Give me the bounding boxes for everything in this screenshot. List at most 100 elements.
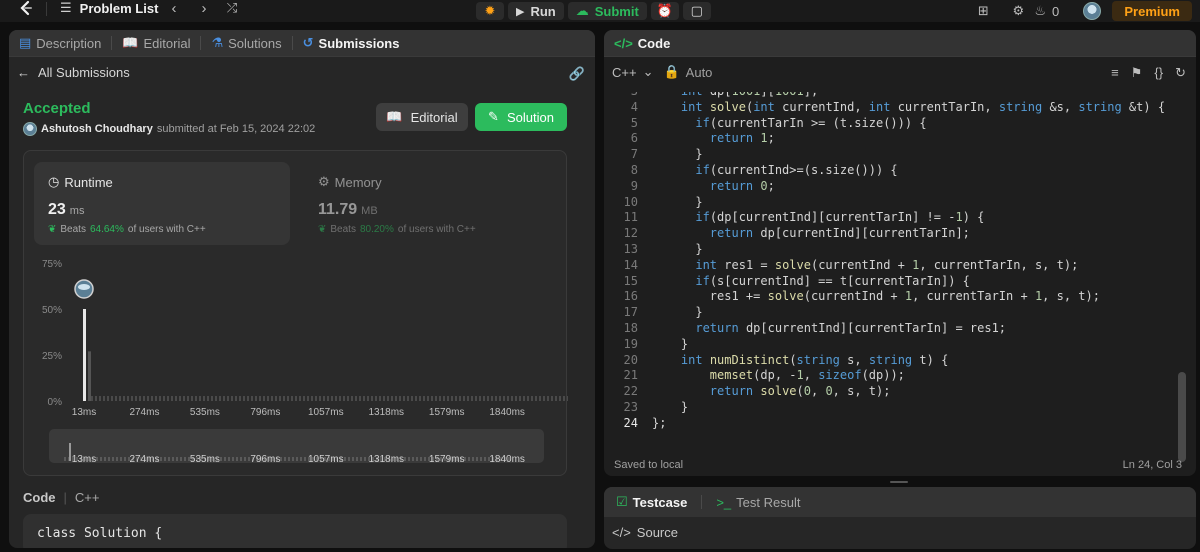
code-line[interactable]: 3 int dp[1001][1001];	[604, 92, 1196, 100]
reset-icon[interactable]: ↻	[1175, 65, 1186, 81]
chart-bar	[271, 396, 273, 401]
chart-bar	[351, 396, 353, 401]
code-text: }	[652, 242, 703, 256]
line-number: 17	[623, 305, 638, 320]
chart-bar	[139, 396, 141, 401]
chart-bar	[283, 396, 285, 401]
chart-bar	[211, 396, 213, 401]
runtime-distribution-chart[interactable]: 75% 50% 25% 0% 13ms 274ms 535ms 796ms 1057ms 1318…	[24, 251, 568, 477]
next-problem-button[interactable]: ›	[196, 0, 212, 17]
runtime-beats: ❦ Beats 64.64% of users with C++	[48, 224, 206, 235]
tab-solutions[interactable]: ⚗ Solutions	[211, 35, 281, 51]
chevron-right-icon: ›	[201, 0, 207, 17]
mini-bar	[292, 457, 294, 461]
code-line[interactable]: 11 if(dp[currentInd][currentTarIn] != -1…	[604, 210, 1196, 226]
all-submissions-link[interactable]: ← All Submissions	[17, 65, 130, 80]
prev-problem-button[interactable]: ‹	[166, 0, 182, 17]
editor-scrollbar[interactable]	[1178, 92, 1186, 462]
code-text: int dp[1001][1001];	[652, 92, 818, 98]
scroll-thumb[interactable]	[1178, 372, 1186, 462]
code-line[interactable]: 7 }	[604, 147, 1196, 163]
debug-button[interactable]: ✹	[476, 2, 504, 20]
problem-list-button[interactable]: ☰ Problem List	[60, 0, 158, 16]
tab-editorial[interactable]: 📖 Editorial	[122, 35, 190, 51]
tab-testcase[interactable]: ☑ Testcase	[616, 494, 687, 510]
code-line[interactable]: 13 }	[604, 242, 1196, 258]
chart-bar	[319, 396, 321, 401]
runtime-card[interactable]: ◷ Runtime 23 ms ❦ Beats 64.64% of users w…	[34, 162, 290, 245]
code-line[interactable]: 22 return solve(0, 0, s, t);	[604, 384, 1196, 400]
x-tick-label: 1057ms	[308, 407, 344, 418]
line-number: 14	[623, 257, 638, 272]
avatar	[1083, 2, 1102, 20]
beats-percent: 64.64%	[89, 224, 124, 235]
code-language: C++	[74, 490, 100, 505]
code-line[interactable]: 17 }	[604, 305, 1196, 321]
premium-button[interactable]: Premium	[1112, 1, 1192, 21]
notes-button[interactable]: ▢	[682, 2, 711, 20]
avatar[interactable]	[23, 122, 37, 136]
note-icon: ▢	[690, 3, 703, 18]
settings-button[interactable]: ⚙	[1002, 3, 1034, 19]
chart-bar	[531, 396, 533, 401]
timer-button[interactable]: ⏰	[650, 2, 679, 20]
mini-bar	[360, 457, 362, 461]
runtime-value: 23 ms	[48, 201, 84, 219]
code-editor[interactable]: 3 int dp[1001][1001];4 int solve(int cur…	[604, 92, 1196, 442]
chart-bar	[379, 396, 381, 401]
language-select[interactable]: C++ ⌄	[612, 64, 653, 80]
braces-icon[interactable]: {}	[1154, 65, 1163, 81]
resize-handle[interactable]	[890, 481, 908, 483]
code-line[interactable]: 18 return dp[currentInd][currentTarIn] =…	[604, 321, 1196, 337]
code-line[interactable]: 23 }	[604, 400, 1196, 416]
code-line[interactable]: 12 return dp[currentInd][currentTarIn];	[604, 226, 1196, 242]
code-line[interactable]: 14 int res1 = solve(currentInd + 1, curr…	[604, 258, 1196, 274]
run-button[interactable]: ▶ Run	[508, 2, 564, 20]
tab-code[interactable]: </> Code	[614, 36, 670, 51]
chart-bar	[307, 396, 309, 401]
random-problem-button[interactable]: ⤮	[224, 0, 240, 16]
bookmark-icon[interactable]: ⚑	[1131, 65, 1143, 81]
autocomplete-toggle[interactable]: 🔒 Auto	[663, 64, 712, 80]
code-text: }	[652, 194, 703, 209]
book-icon: 📖	[386, 109, 403, 124]
code-text: if(s[currentInd] == t[currentTarIn]) {	[695, 273, 970, 288]
code-line[interactable]: 16 res1 += solve(currentInd + 1, current…	[604, 289, 1196, 305]
tab-description[interactable]: ▤ Description	[19, 35, 101, 51]
code-line[interactable]: 8 if(currentInd>=(s.size())) {	[604, 163, 1196, 179]
left-panel: ▤ Description 📖 Editorial ⚗ Solutions ↺ …	[9, 30, 595, 548]
code-line[interactable]: 10 }	[604, 195, 1196, 211]
code-line[interactable]: 21 memset(dp, -1, sizeof(dp));	[604, 368, 1196, 384]
code-line[interactable]: 6 return 1;	[604, 131, 1196, 147]
code-header: Code | C++	[23, 490, 100, 505]
solution-button[interactable]: ✎ Solution	[475, 103, 567, 131]
tab-test-result[interactable]: >_ Test Result	[716, 495, 800, 510]
code-line[interactable]: 4 int solve(int currentInd, int currentT…	[604, 100, 1196, 116]
editorial-button[interactable]: 📖 Editorial	[376, 103, 468, 131]
chart-bar	[419, 396, 421, 401]
share-link-icon[interactable]: 🔗	[569, 66, 585, 82]
code-line[interactable]: 5 if(currentTarIn >= (t.size())) {	[604, 116, 1196, 132]
play-icon: ▶	[516, 5, 525, 18]
code-line[interactable]: 20 int numDistinct(string s, string t) {	[604, 353, 1196, 369]
leetcode-logo-icon[interactable]	[18, 0, 40, 16]
chart-bar	[355, 396, 357, 401]
code-line[interactable]: 15 if(s[currentInd] == t[currentTarIn]) …	[604, 274, 1196, 290]
code-line[interactable]: 24};	[604, 416, 1196, 432]
streak-counter[interactable]: ♨ 0	[1034, 3, 1072, 19]
author-name[interactable]: Ashutosh Choudhary	[41, 123, 153, 135]
memory-card[interactable]: ⚙ Memory 11.79 MB ❦ Beats 80.20% of users…	[304, 162, 560, 245]
tab-submissions[interactable]: ↺ Submissions	[303, 35, 400, 51]
code-line[interactable]: 9 return 0;	[604, 179, 1196, 195]
list-icon: ☰	[60, 0, 72, 15]
line-number: 19	[623, 336, 638, 351]
user-marker-detail	[78, 284, 90, 290]
submit-button[interactable]: ☁ Submit	[567, 2, 647, 20]
chart-bar	[111, 396, 113, 401]
chart-bar	[147, 396, 149, 401]
format-icon[interactable]: ≡	[1111, 65, 1119, 81]
layout-button[interactable]: ⊞	[964, 3, 1002, 19]
code-line[interactable]: 19 }	[604, 337, 1196, 353]
source-button[interactable]: </> Source	[612, 525, 678, 540]
user-avatar[interactable]	[1072, 2, 1112, 20]
